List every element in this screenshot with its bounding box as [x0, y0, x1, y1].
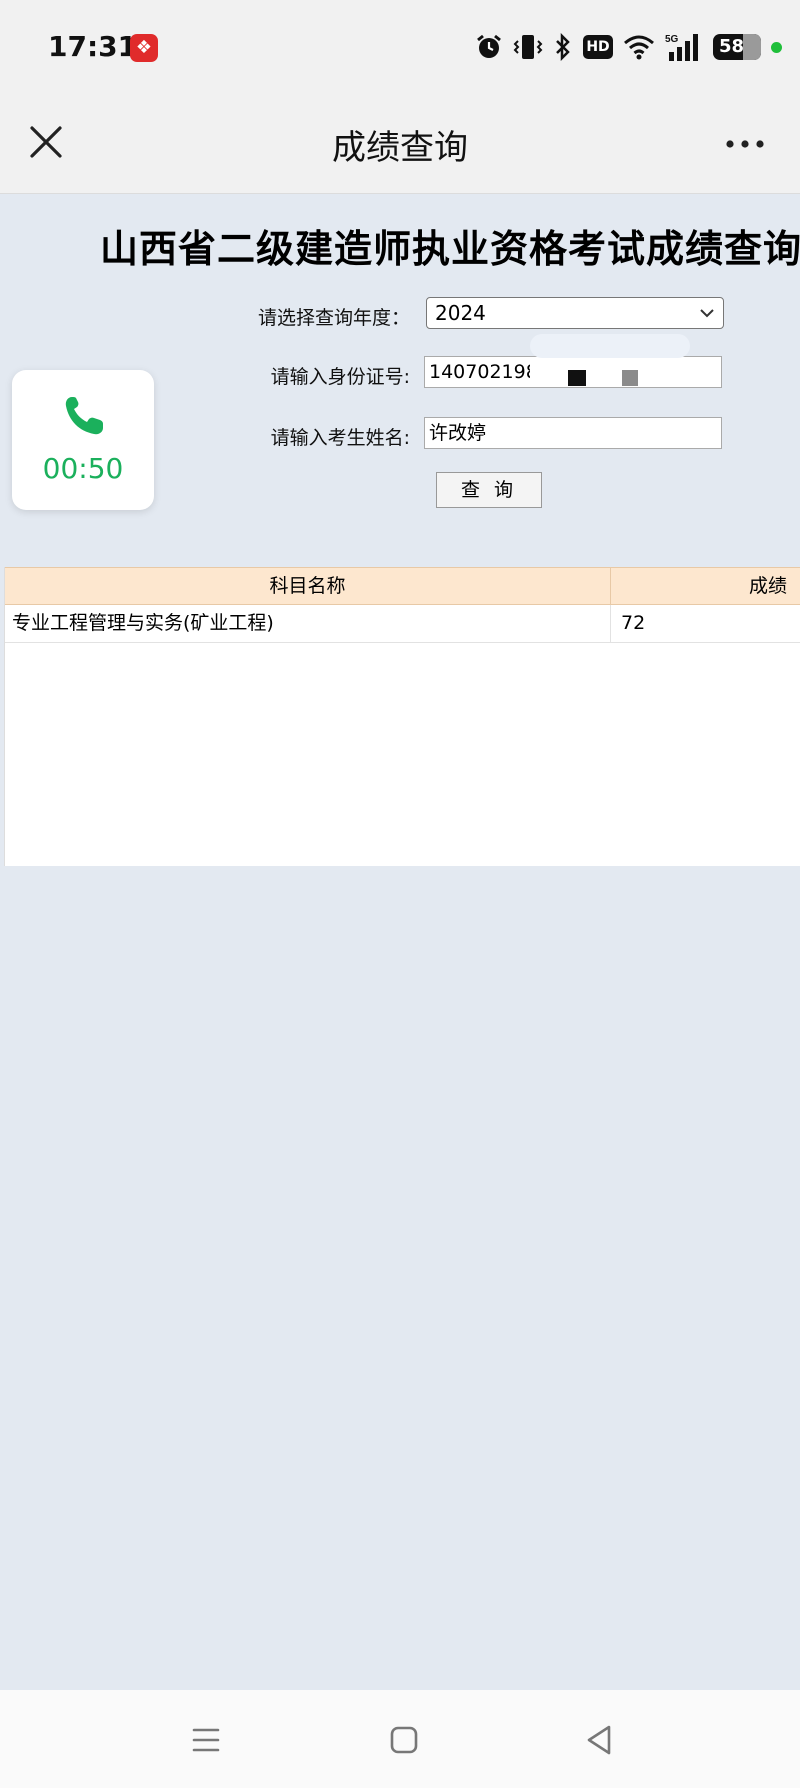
status-time: 17:31: [48, 30, 138, 63]
wifi-icon: [624, 35, 654, 60]
id-label: 请输入身份证号:: [270, 366, 410, 388]
year-label: 请选择查询年度：: [257, 307, 410, 329]
page-title: 成绩查询: [332, 128, 468, 168]
exam-heading: 山西省二级建造师执业资格考试成绩查询: [100, 227, 800, 271]
menu-icon[interactable]: [184, 1718, 228, 1762]
table-row: 专业工程管理与实务(矿业工程) 72: [5, 605, 800, 643]
alarm-icon: [477, 34, 501, 58]
name-value: 许改婷: [429, 422, 487, 444]
redaction-mask: [530, 358, 686, 386]
year-value: 2024: [435, 301, 486, 325]
year-select[interactable]: 2024: [426, 297, 724, 329]
id-row: 请输入身份证号: 1407021989: [200, 334, 740, 392]
name-field[interactable]: 许改婷: [424, 417, 722, 449]
battery-icon: 58: [713, 34, 761, 60]
phone-icon: [65, 397, 103, 435]
vibrate-icon: [513, 35, 543, 59]
status-bar: 17:31 ❖ HD 5G 58: [0, 0, 800, 96]
results-table: 科目名称 成绩 专业工程管理与实务(矿业工程) 72: [4, 567, 800, 866]
hd-icon: HD: [583, 35, 613, 59]
redaction-mask: [530, 334, 690, 358]
year-row: 请选择查询年度： 2024: [200, 297, 740, 333]
column-header-score: 成绩: [748, 575, 787, 597]
query-button[interactable]: 查 询: [436, 472, 542, 508]
subject-name: 专业工程管理与实务(矿业工程): [5, 605, 611, 642]
back-triangle-icon[interactable]: [578, 1718, 622, 1762]
table-header: 科目名称 成绩: [5, 567, 800, 605]
status-icons: HD 5G 58: [475, 30, 782, 64]
app-notification-icon: ❖: [130, 34, 158, 62]
battery-level: 58: [719, 36, 745, 57]
score-value: 72: [621, 612, 646, 634]
system-nav-bar: [0, 1690, 800, 1788]
call-widget[interactable]: 00:50: [12, 370, 154, 510]
bluetooth-icon: [556, 33, 570, 61]
name-label: 请输入考生姓名:: [270, 427, 410, 449]
redaction-block: [568, 370, 586, 386]
chevron-down-icon: [700, 309, 714, 318]
5g-signal-icon: 5G: [665, 34, 698, 61]
column-header-subject: 科目名称: [5, 568, 611, 604]
svg-text:5G: 5G: [665, 34, 679, 45]
title-bar: 成绩查询: [0, 96, 800, 194]
home-square-icon[interactable]: [382, 1718, 426, 1762]
recording-indicator-dot: [771, 41, 782, 53]
call-duration: 00:50: [42, 452, 124, 485]
redaction-block: [622, 370, 638, 386]
name-row: 请输入考生姓名: 许改婷: [200, 417, 740, 453]
more-icon[interactable]: [720, 124, 770, 164]
